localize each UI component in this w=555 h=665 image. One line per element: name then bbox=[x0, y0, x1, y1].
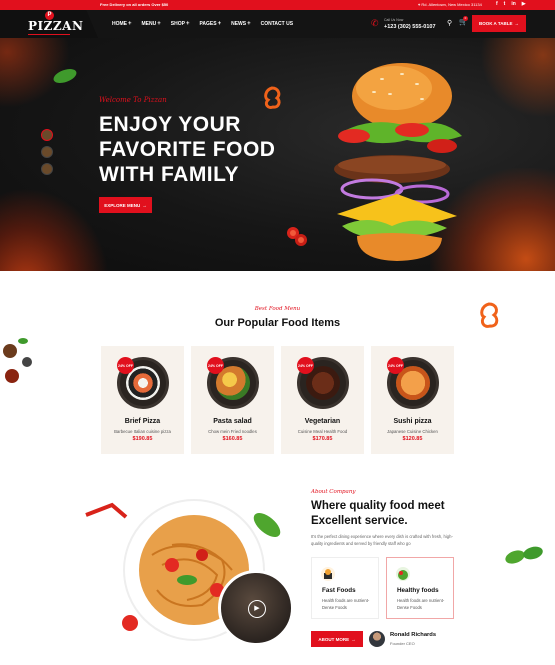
phone-number[interactable]: +123 (302) 555-0107 bbox=[384, 24, 436, 30]
food-desc: Barbecue Italian cuisine pizza bbox=[114, 429, 171, 434]
pepper-ring-icon bbox=[264, 86, 281, 109]
social-links: f t in ▶ bbox=[496, 1, 526, 7]
food-desc: Japanese Cuisine Chicken bbox=[387, 429, 438, 434]
section-title: Our Popular Food Items bbox=[214, 317, 341, 329]
linkedin-icon[interactable]: in bbox=[511, 1, 515, 7]
discount-badge: 24% OFF bbox=[297, 357, 314, 374]
search-icon[interactable]: ⚲ bbox=[447, 19, 452, 27]
nav-menu[interactable]: MENU + bbox=[142, 21, 161, 27]
burger-image bbox=[334, 63, 462, 261]
nav-contact[interactable]: CONTACT US bbox=[261, 21, 293, 27]
plus-icon: + bbox=[157, 21, 161, 27]
feature-title: Fast Foods bbox=[322, 587, 356, 594]
hero-tagline: Welcome To Pizzan bbox=[99, 96, 167, 104]
plus-icon: + bbox=[185, 21, 190, 27]
nav-news[interactable]: NEWS + bbox=[231, 21, 251, 27]
food-desc: Chow mein Fried noodles bbox=[208, 429, 257, 434]
food-name[interactable]: Sushi pizza bbox=[371, 418, 454, 425]
address-text: ⌖ Rd. Allentown, New Mexico 31134 bbox=[418, 2, 482, 7]
twitter-icon[interactable]: t bbox=[504, 1, 506, 7]
discount-badge: 24% OFF bbox=[387, 357, 404, 374]
food-desc: Cuisine Meal Health Food bbox=[297, 429, 348, 434]
spice-decoration bbox=[3, 338, 32, 383]
logo-text: PIZZAN bbox=[28, 19, 84, 33]
plus-icon: + bbox=[217, 21, 222, 27]
person-name: Ronald Richards bbox=[390, 632, 437, 638]
call-label: Call Us Now bbox=[384, 18, 404, 22]
play-icon[interactable]: ▶ bbox=[248, 600, 266, 618]
hero-title: ENJOY YOUR FAVORITE FOOD WITH FAMILY bbox=[99, 113, 276, 186]
arrow-right-icon: → bbox=[142, 202, 147, 208]
delivery-notice: Free Delivery on all orders Over $50 bbox=[100, 2, 169, 7]
nav-home[interactable]: HOME + bbox=[112, 21, 132, 27]
food-name[interactable]: Vegetarian bbox=[281, 418, 364, 425]
food-name[interactable]: Pasta salad bbox=[191, 418, 274, 425]
food-price: $190.85 bbox=[132, 436, 153, 442]
logo-underline bbox=[28, 34, 70, 35]
topbar: Free Delivery on all orders Over $50 ⌖ R… bbox=[0, 0, 555, 10]
food-card[interactable]: 24% OFF Vegetarian Cuisine Meal Health F… bbox=[281, 346, 364, 454]
plus-icon: + bbox=[247, 21, 251, 27]
discount-badge: 24% OFF bbox=[207, 357, 224, 374]
book-table-button[interactable]: BOOK A TABLE → bbox=[472, 15, 526, 32]
explore-menu-button[interactable]: EXPLORE MENU → bbox=[99, 197, 152, 213]
basil-leaf-icon bbox=[505, 546, 543, 564]
flame-decoration bbox=[480, 38, 555, 118]
header: P PIZZAN HOME + MENU + SHOP + PAGES + NEWS + … bbox=[0, 10, 555, 38]
cart-count-badge: 0 bbox=[463, 16, 468, 21]
main-nav: HOME + MENU + SHOP + PAGES + NEWS + CONTACT U… bbox=[112, 21, 293, 27]
feature-card: Fast Foods Health foods are nutrient-Den… bbox=[311, 557, 379, 619]
slider-thumb[interactable] bbox=[41, 146, 53, 158]
location-icon: ⌖ bbox=[418, 2, 421, 7]
fast-food-icon bbox=[321, 567, 335, 581]
hero-section: Welcome To Pizzan ENJOY YOUR FAVORITE FO… bbox=[0, 38, 555, 271]
food-card[interactable]: 24% OFF Sushi pizza Japanese Cuisine Chi… bbox=[371, 346, 454, 454]
arrow-right-icon: → bbox=[351, 636, 356, 642]
plus-icon: + bbox=[128, 21, 132, 27]
youtube-icon[interactable]: ▶ bbox=[522, 1, 526, 7]
food-price: $160.85 bbox=[222, 436, 243, 442]
slider-thumb[interactable] bbox=[41, 163, 53, 175]
food-card[interactable]: 24% OFF Brief Pizza Barbecue Italian cui… bbox=[101, 346, 184, 454]
feature-title: Healthy foods bbox=[397, 587, 439, 594]
arrow-right-icon: → bbox=[514, 21, 520, 26]
section-sublabel: About Company bbox=[311, 489, 356, 495]
slider-thumb[interactable] bbox=[41, 129, 53, 141]
food-cards: 24% OFF Brief Pizza Barbecue Italian cui… bbox=[101, 346, 454, 454]
logo[interactable]: P PIZZAN bbox=[0, 10, 98, 38]
avatar bbox=[369, 631, 385, 647]
facebook-icon[interactable]: f bbox=[496, 1, 498, 7]
person-role: Founder CEO bbox=[390, 641, 415, 646]
food-name[interactable]: Brief Pizza bbox=[101, 418, 184, 425]
about-text: It's the perfect dining experience where… bbox=[311, 534, 453, 546]
food-card[interactable]: 24% OFF Pasta salad Chow mein Fried nood… bbox=[191, 346, 274, 454]
tomato-slices-icon bbox=[287, 227, 307, 246]
phone-icon: ✆ bbox=[371, 18, 379, 28]
basil-leaf-icon bbox=[53, 69, 77, 83]
hero-slider-dots bbox=[41, 129, 53, 175]
flame-decoration bbox=[0, 188, 110, 271]
feature-desc: Health foods are nutrient-Dense Foods bbox=[397, 598, 445, 610]
feature-desc: Health foods are nutrient-Dense Foods bbox=[322, 598, 370, 610]
food-price: $170.85 bbox=[312, 436, 333, 442]
section-sublabel: Best Food Menu bbox=[254, 306, 301, 312]
about-title: Where quality food meet Excellent servic… bbox=[311, 500, 445, 527]
food-price: $120.85 bbox=[402, 436, 423, 442]
video-thumbnail[interactable]: ▶ bbox=[218, 570, 294, 646]
feature-card: Healthy foods Health foods are nutrient-… bbox=[386, 557, 454, 619]
discount-badge: 24% OFF bbox=[117, 357, 134, 374]
healthy-food-icon bbox=[396, 567, 410, 581]
about-more-button[interactable]: ABOUT MORE → bbox=[311, 631, 363, 647]
nav-pages[interactable]: PAGES + bbox=[199, 21, 221, 27]
nav-shop[interactable]: SHOP + bbox=[171, 21, 190, 27]
